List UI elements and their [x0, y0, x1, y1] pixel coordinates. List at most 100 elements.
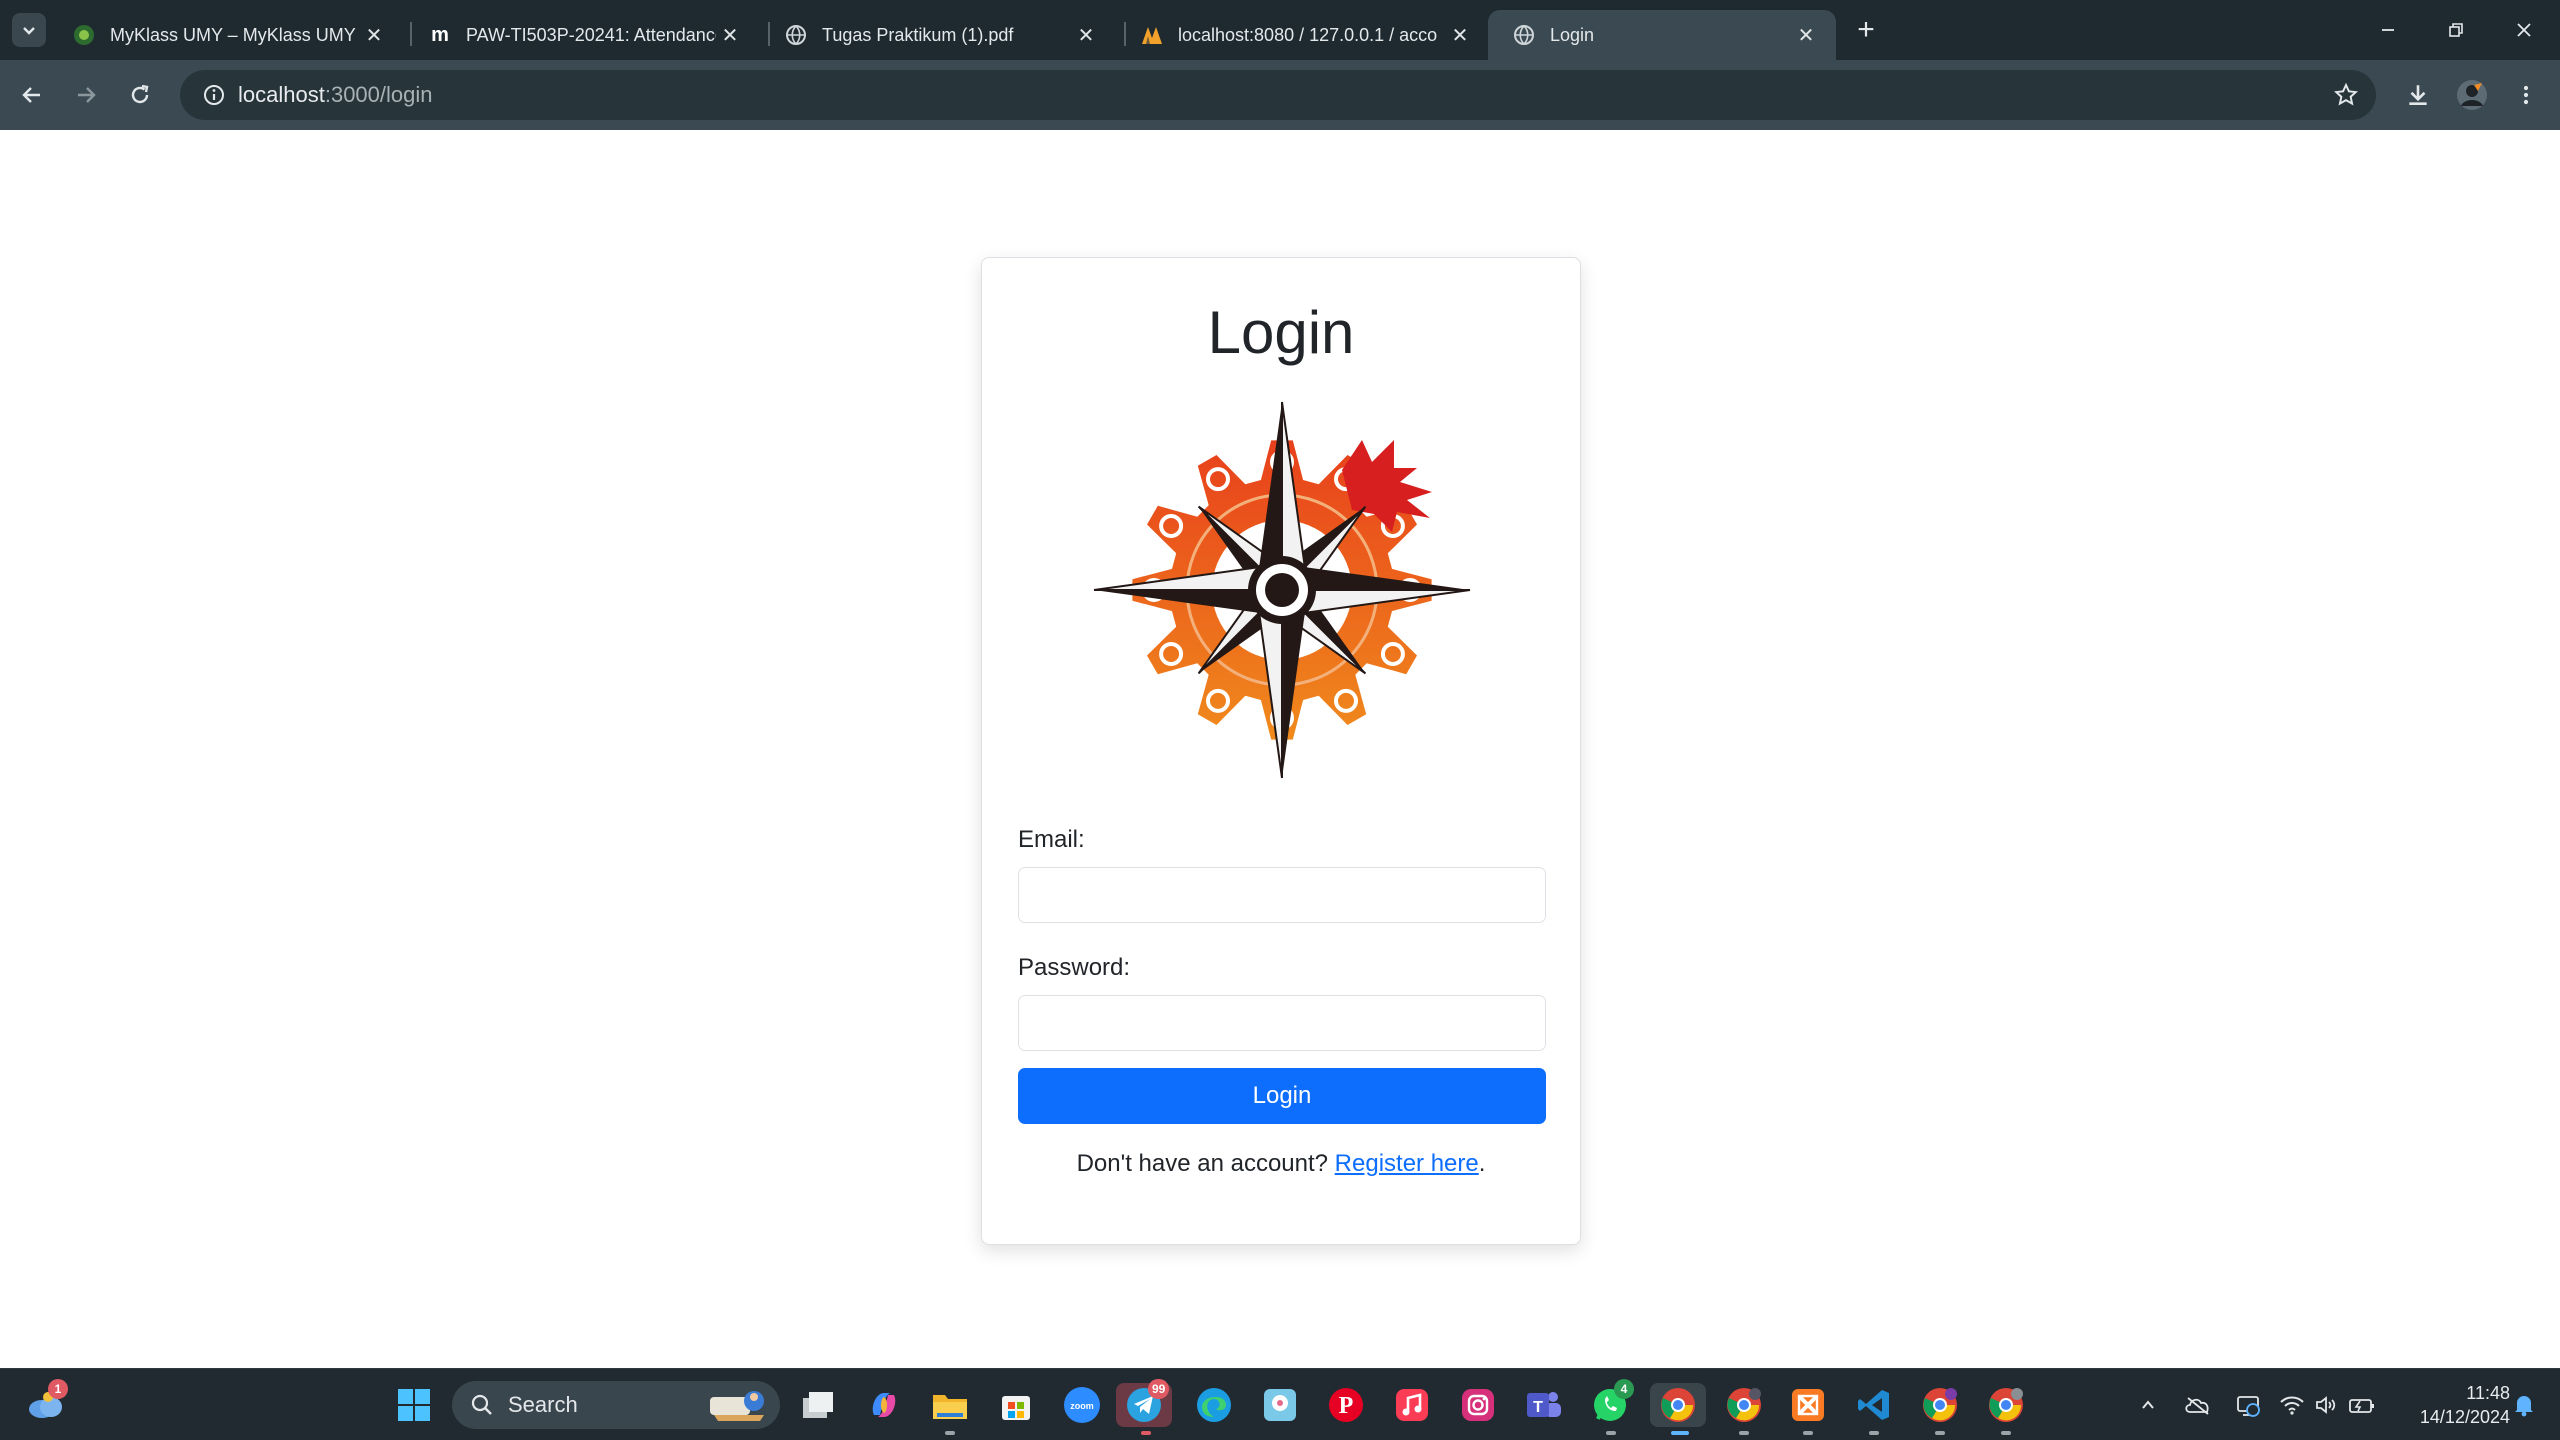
windows-icon	[398, 1389, 430, 1421]
running-indicator	[1935, 1431, 1945, 1435]
minimize-button[interactable]	[2358, 10, 2418, 50]
whatsapp-button[interactable]: 4	[1588, 1379, 1634, 1427]
battery-charging-icon	[2349, 1399, 2374, 1413]
taskbar-search[interactable]: Search	[452, 1381, 780, 1429]
profile-avatar-button[interactable]	[2452, 75, 2492, 115]
tab-paw-attendance[interactable]: m PAW-TI503P-20241: Attendance ✕	[404, 10, 760, 60]
cloud-offline-icon	[2185, 1397, 2209, 1415]
bookmark-star-button[interactable]	[2326, 75, 2366, 115]
running-indicator	[1739, 1431, 1749, 1435]
telegram-button[interactable]: 99	[1116, 1379, 1172, 1427]
url-text: localhost:3000/login	[238, 82, 433, 108]
close-window-button[interactable]	[2494, 10, 2554, 50]
notification-center-button[interactable]	[2508, 1389, 2540, 1421]
task-view-icon	[803, 1392, 833, 1418]
xampp-button[interactable]	[1786, 1383, 1830, 1427]
arrow-right-icon	[78, 87, 96, 103]
close-icon[interactable]: ✕	[360, 21, 388, 49]
chrome-profile-4-button[interactable]	[1984, 1383, 2028, 1427]
chrome-icon	[1727, 1388, 1761, 1422]
address-bar[interactable]: localhost:3000/login	[180, 70, 2376, 120]
apple-music-button[interactable]	[1390, 1383, 1434, 1427]
gallery-app-button[interactable]	[1258, 1383, 1302, 1427]
downloads-button[interactable]	[2398, 75, 2438, 115]
reload-icon	[131, 84, 149, 104]
wifi-tray-icon[interactable]	[2276, 1389, 2308, 1421]
avatar-icon	[2457, 80, 2487, 110]
reload-button[interactable]	[120, 75, 160, 115]
chrome-profile-3-button[interactable]	[1918, 1383, 1962, 1427]
forward-button[interactable]	[66, 75, 106, 115]
store-icon	[1002, 1396, 1030, 1420]
weather-widget[interactable]: 1	[24, 1379, 68, 1427]
phpmyadmin-icon	[1140, 23, 1164, 47]
tab-myklass[interactable]: MyKlass UMY – MyKlass UMY ✕	[48, 10, 404, 60]
myklass-icon	[72, 23, 96, 47]
restore-button[interactable]	[2426, 10, 2486, 50]
task-view-button[interactable]	[796, 1383, 840, 1427]
notification-badge: 1	[48, 1379, 68, 1399]
onedrive-tray-icon[interactable]	[2182, 1389, 2214, 1421]
tab-title: localhost:8080 / 127.0.0.1 / acco	[1178, 24, 1438, 45]
vscode-button[interactable]	[1852, 1383, 1896, 1427]
sync-tray-icon[interactable]	[2232, 1389, 2264, 1421]
close-icon	[2517, 23, 2531, 37]
whatsapp-badge: 4	[1614, 1379, 1634, 1399]
new-tab-button[interactable]: +	[1848, 12, 1884, 48]
url-path: :3000/login	[324, 82, 433, 107]
copilot-icon	[872, 1393, 896, 1417]
taskbar-clock[interactable]: 11:48 14/12/2024	[2390, 1381, 2510, 1429]
url-host: localhost	[238, 82, 325, 107]
back-button[interactable]	[12, 75, 52, 115]
search-highlight-icon	[710, 1391, 764, 1421]
running-indicator	[1141, 1431, 1151, 1435]
tab-phpmyadmin[interactable]: localhost:8080 / 127.0.0.1 / acco ✕	[1116, 10, 1490, 60]
register-link[interactable]: Register here	[1335, 1150, 1479, 1177]
running-indicator	[2001, 1431, 2011, 1435]
more-vertical-icon	[2523, 85, 2529, 105]
volume-tray-icon[interactable]	[2310, 1389, 2342, 1421]
password-label: Password:	[1018, 954, 1131, 981]
page-viewport: Login Email: Password: Login Don't have …	[0, 130, 2560, 1368]
copilot-button[interactable]	[862, 1383, 906, 1427]
teams-button[interactable]: T	[1522, 1383, 1566, 1427]
email-input[interactable]	[1018, 867, 1546, 923]
instagram-button[interactable]	[1456, 1383, 1500, 1427]
start-button[interactable]	[392, 1383, 436, 1427]
tab-search-button[interactable]	[12, 13, 46, 47]
chrome-active-button[interactable]	[1650, 1383, 1706, 1427]
tray-overflow-button[interactable]	[2132, 1389, 2164, 1421]
browser-menu-button[interactable]	[2506, 75, 2546, 115]
star-icon	[2334, 82, 2358, 106]
edge-button[interactable]	[1192, 1383, 1236, 1427]
site-info-icon[interactable]	[190, 84, 238, 106]
ms-store-button[interactable]	[994, 1383, 1038, 1427]
close-icon[interactable]: ✕	[1072, 21, 1100, 49]
file-explorer-button[interactable]	[928, 1383, 972, 1427]
login-card: Login Email: Password: Login Don't have …	[981, 257, 1581, 1245]
gallery-icon	[1264, 1389, 1296, 1421]
running-indicator	[1869, 1431, 1879, 1435]
wifi-icon	[2280, 1396, 2304, 1415]
browser-tabstrip: MyKlass UMY – MyKlass UMY ✕ m PAW-TI503P…	[0, 0, 2560, 60]
close-icon[interactable]: ✕	[1446, 21, 1474, 49]
sync-icon	[2237, 1396, 2260, 1417]
close-icon[interactable]: ✕	[1792, 21, 1820, 49]
chevron-up-icon	[2142, 1400, 2154, 1409]
password-input[interactable]	[1018, 995, 1546, 1051]
register-prompt: Don't have an account? Register here.	[982, 1150, 1580, 1178]
close-icon[interactable]: ✕	[716, 21, 744, 49]
windows-taskbar: 1 Search zoom 99 P T 4 11:48 14/12/2024	[0, 1368, 2560, 1440]
login-button[interactable]: Login	[1018, 1068, 1546, 1124]
chrome-profile-2-button[interactable]	[1722, 1383, 1766, 1427]
tab-title: Tugas Praktikum (1).pdf	[822, 24, 1014, 45]
battery-tray-icon[interactable]	[2346, 1389, 2378, 1421]
teams-icon: T	[1527, 1392, 1561, 1417]
tab-login[interactable]: Login ✕	[1488, 10, 1836, 60]
pinterest-button[interactable]: P	[1324, 1383, 1368, 1427]
tab-tugas-pdf[interactable]: Tugas Praktikum (1).pdf ✕	[760, 10, 1116, 60]
minimize-icon	[2382, 29, 2394, 31]
download-icon	[2409, 85, 2427, 105]
running-indicator	[1803, 1431, 1813, 1435]
zoom-button[interactable]: zoom	[1060, 1383, 1104, 1427]
